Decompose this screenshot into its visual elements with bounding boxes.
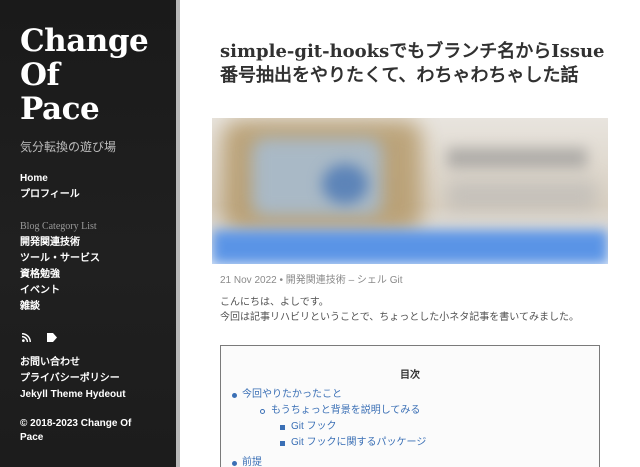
nav-category-tools[interactable]: ツール・サービス xyxy=(20,251,180,267)
hero-blur-shape xyxy=(447,180,597,210)
toc-item[interactable]: Git フックに関するパッケージ xyxy=(231,435,589,451)
toc-item[interactable]: 前提 xyxy=(231,455,589,467)
nav-category-certification[interactable]: 資格勉強 xyxy=(20,267,180,283)
post-category-link[interactable]: 開発関連技術 xyxy=(286,275,346,286)
site-title-line[interactable]: Of xyxy=(20,58,160,92)
post-date: 21 Nov 2022 xyxy=(220,275,277,286)
nav-theme-credit[interactable]: Jekyll Theme Hydeout xyxy=(20,387,180,403)
nav-privacy-policy[interactable]: プライバシーポリシー xyxy=(20,371,180,387)
primary-nav: Home プロフィール xyxy=(20,171,180,203)
toc-item[interactable]: 今回やりたかったこと xyxy=(231,387,589,403)
toc-item[interactable]: もうちょっと背景を説明してみる xyxy=(231,403,589,419)
category-nav: 開発関連技術 ツール・サービス 資格勉強 イベント 雑談 xyxy=(20,235,180,315)
nav-contact[interactable]: お問い合わせ xyxy=(20,355,180,371)
bullet-icon xyxy=(260,409,265,414)
rss-icon[interactable] xyxy=(20,331,32,343)
post-hero-image xyxy=(212,118,608,264)
post-tags[interactable]: シェル Git xyxy=(357,275,403,286)
post-title[interactable]: simple-git-hooksでもブランチ名からIssue番号抽出をやりたくて… xyxy=(220,40,610,88)
post-intro: こんにちは、よしです。 今回は記事リハビリということで、ちょっとした小ネタ記事を… xyxy=(220,295,579,325)
toc-list: 今回やりたかったこと もうちょっと背景を説明してみる Git フック Git フ… xyxy=(231,387,589,467)
sidebar: Change Of Pace 気分転換の遊び場 Home プロフィール Blog… xyxy=(0,0,180,467)
toc-item-label[interactable]: 前提 xyxy=(242,457,262,467)
bullet-icon xyxy=(232,393,237,398)
hero-blur-shape xyxy=(212,230,608,264)
site-title-line[interactable]: Change xyxy=(20,24,160,58)
nav-home[interactable]: Home xyxy=(20,171,180,187)
site-tagline: 気分転換の遊び場 xyxy=(20,140,117,154)
meta-separator: • xyxy=(279,275,284,286)
hero-blur-shape xyxy=(447,148,587,168)
hero-blur-shape xyxy=(322,164,368,204)
toc-item-label[interactable]: 今回やりたかったこと xyxy=(242,389,342,400)
toc-item-label[interactable]: Git フックに関するパッケージ xyxy=(291,437,426,448)
secondary-nav: お問い合わせ プライバシーポリシー Jekyll Theme Hydeout xyxy=(20,355,180,403)
meta-dash: – xyxy=(348,275,355,286)
copyright: © 2018-2023 Change Of Pace xyxy=(20,418,132,443)
toc-item[interactable]: Git フック xyxy=(231,419,589,435)
intro-line: 今回は記事リハビリということで、ちょっとした小ネタ記事を書いてみました。 xyxy=(220,312,579,323)
toc-item-label[interactable]: Git フック xyxy=(291,421,337,432)
category-heading: Blog Category List xyxy=(20,221,97,232)
site-title[interactable]: Change Of Pace xyxy=(20,24,160,126)
bullet-icon xyxy=(280,441,285,446)
bullet-icon xyxy=(280,425,285,430)
toc-item-label[interactable]: もうちょっと背景を説明してみる xyxy=(271,405,420,416)
intro-line: こんにちは、よしです。 xyxy=(220,297,329,308)
nav-category-events[interactable]: イベント xyxy=(20,283,180,299)
nav-profile[interactable]: プロフィール xyxy=(20,187,180,203)
tag-icon[interactable] xyxy=(46,331,58,343)
bullet-icon xyxy=(232,461,237,466)
nav-category-chat[interactable]: 雑談 xyxy=(20,299,180,315)
site-title-line[interactable]: Pace xyxy=(20,92,160,126)
feed-icons xyxy=(20,329,180,345)
toc-title: 目次 xyxy=(400,370,420,381)
table-of-contents: 目次 今回やりたかったこと もうちょっと背景を説明してみる Git フック Gi… xyxy=(220,345,600,467)
main-content: simple-git-hooksでもブランチ名からIssue番号抽出をやりたくて… xyxy=(180,0,640,467)
nav-category-dev[interactable]: 開発関連技術 xyxy=(20,235,180,251)
post-meta: 21 Nov 2022 • 開発関連技術 – シェル Git xyxy=(220,271,402,286)
